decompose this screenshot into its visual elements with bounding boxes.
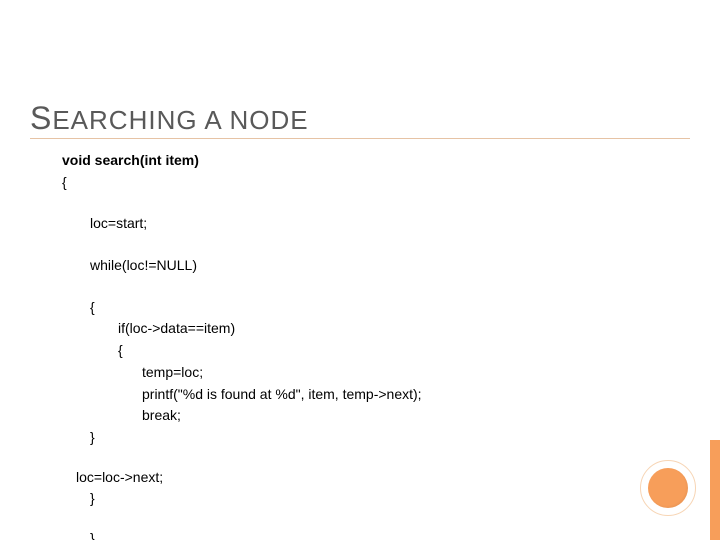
title-mid: A <box>198 105 230 135</box>
code-close-func: } <box>90 528 662 540</box>
code-line-if: if(loc->data==item) <box>118 318 662 340</box>
code-line-temp: temp=loc; <box>142 362 662 384</box>
code-close-while: } <box>90 488 662 510</box>
code-line-break: break; <box>142 405 662 427</box>
code-line-while: while(loc!=NULL) <box>90 255 662 277</box>
decorative-circle <box>640 460 696 516</box>
code-open-brace: { <box>62 172 662 194</box>
title-underline <box>30 138 690 139</box>
title-cap-1: S <box>30 100 52 136</box>
code-line-while-open: { <box>90 297 662 319</box>
code-line-if-open: { <box>118 340 662 362</box>
title-word-1: EARCHING <box>52 105 197 135</box>
slide-title: SEARCHING A NODE <box>30 100 309 137</box>
code-line-printf: printf("%d is found at %d", item, temp->… <box>142 384 662 406</box>
code-signature: void search(int item) <box>62 150 662 172</box>
code-line-locnext: loc=loc->next; <box>76 467 662 489</box>
decorative-circle-inner <box>648 468 688 508</box>
code-body: void search(int item) { loc=start; while… <box>62 150 662 540</box>
decorative-side-bar <box>710 440 720 540</box>
code-line-loc-start: loc=start; <box>90 213 662 235</box>
title-word-2: NODE <box>230 105 309 135</box>
code-close-inner: } <box>90 427 662 449</box>
slide: SEARCHING A NODE void search(int item) {… <box>0 0 720 540</box>
